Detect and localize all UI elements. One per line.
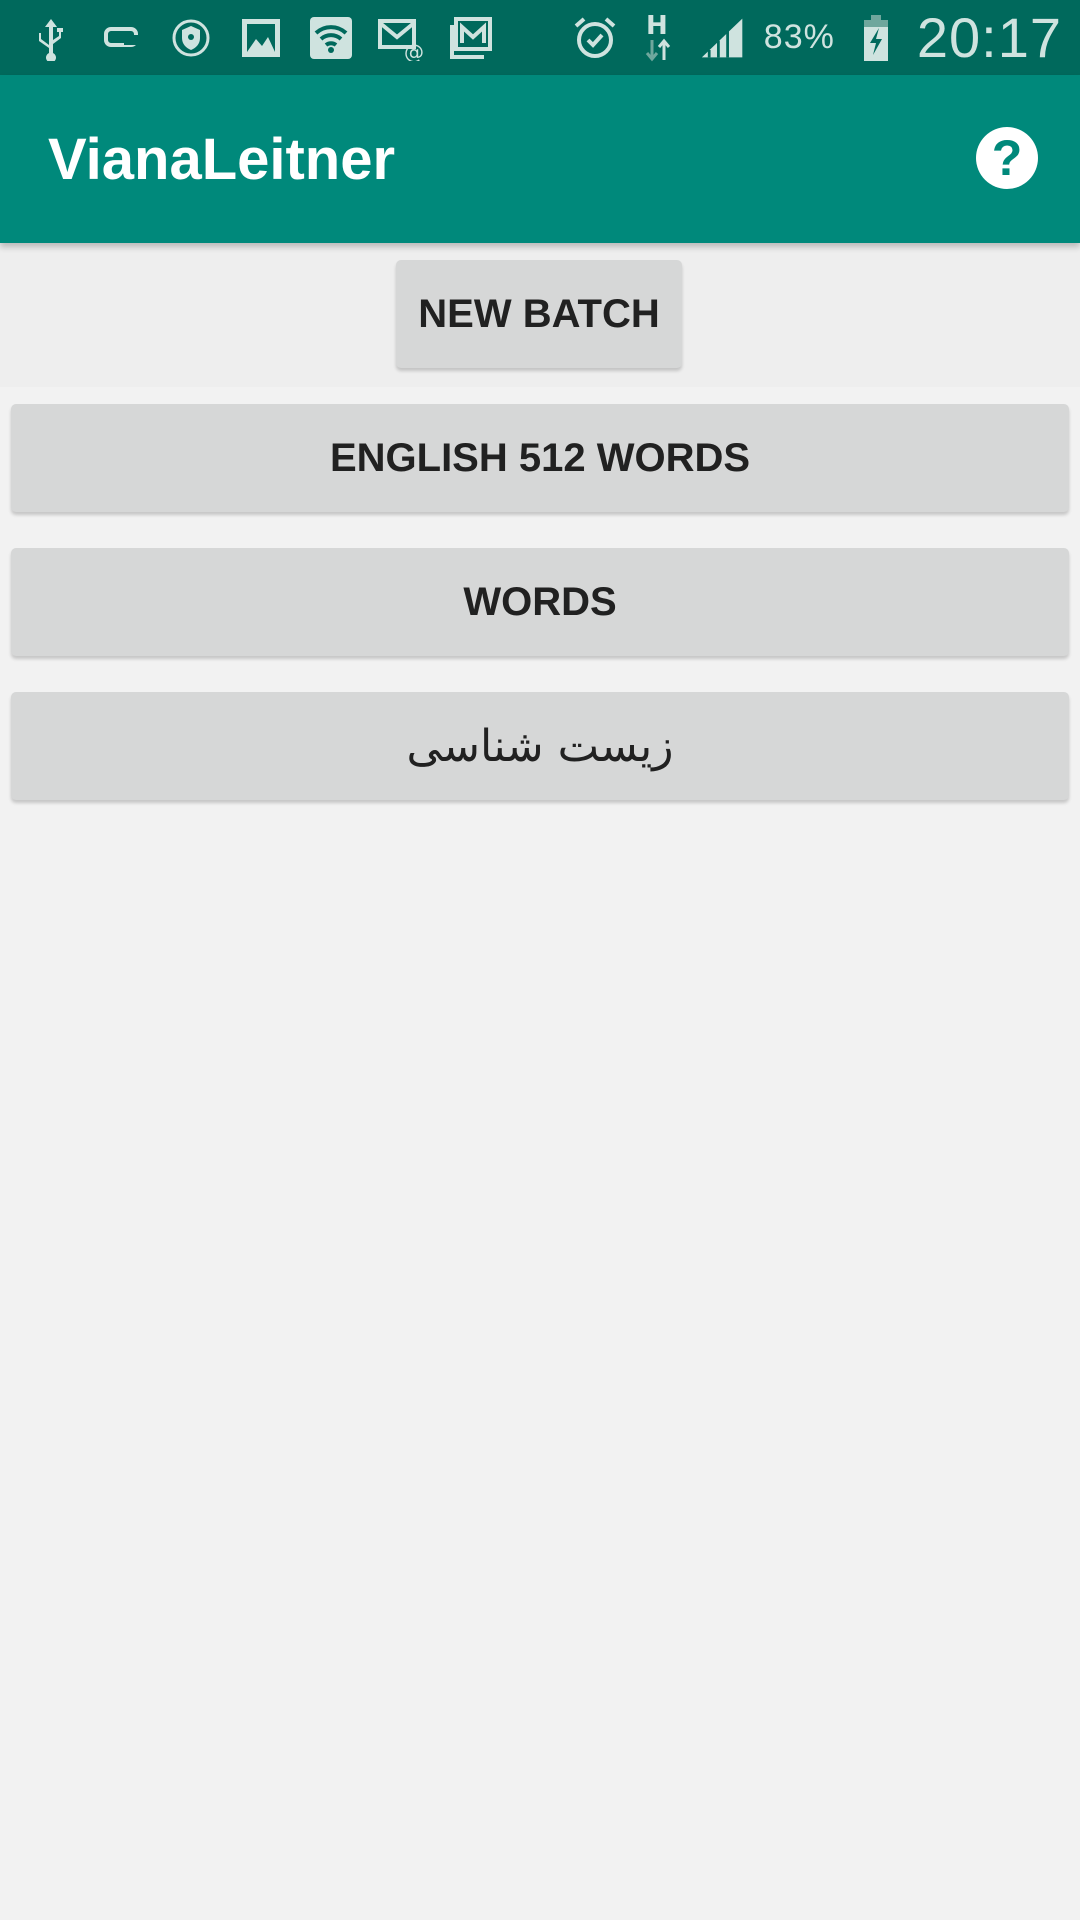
email-icon: @ [378,15,424,61]
status-left-icons: @ [28,10,494,66]
network-h-icon: H [636,11,682,61]
svg-text:H: H [646,11,668,41]
batch-button-biology[interactable]: زیست شناسی [11,692,1069,800]
batch-list: ENGLISH 512 WORDS WORDS زیست شناسی [11,404,1069,836]
batch-button-english-512-words[interactable]: ENGLISH 512 WORDS [11,404,1069,512]
battery-percentage: 83% [763,18,835,56]
status-bar: @ H 83% 20:17 [0,0,1080,75]
gmail-icon [448,15,494,61]
app-bar: VianaLeitner ? [0,75,1080,243]
battery-charging-icon [853,14,899,61]
signal-icon [700,15,746,61]
alarm-icon [572,15,618,61]
new-batch-section: NEW BATCH [0,243,1080,387]
clock: 20:17 [916,6,1062,69]
help-button[interactable]: ? [976,127,1038,189]
new-batch-button[interactable]: NEW BATCH [396,260,682,368]
svg-text:@: @ [404,40,424,61]
gallery-icon [238,15,284,61]
phone-link-icon [98,15,144,61]
app-title: VianaLeitner [48,126,396,192]
batch-button-words[interactable]: WORDS [11,548,1069,656]
status-right-icons: H 83% 20:17 [572,0,1062,75]
vpn-shield-icon [168,15,214,61]
wifi-icon [308,15,354,61]
usb-icon [28,15,74,61]
